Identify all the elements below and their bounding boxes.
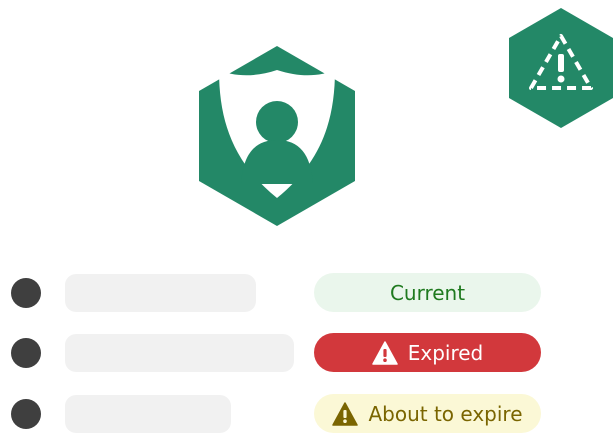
placeholder-bar xyxy=(65,395,231,433)
status-label: About to expire xyxy=(368,401,523,426)
status-badge-current: Current xyxy=(314,273,541,312)
status-badge-expire-soon: About to expire xyxy=(314,394,541,433)
status-label: Expired xyxy=(407,340,484,365)
status-label: Current xyxy=(389,280,466,305)
credential-status-illustration: Current Expired About to expire xyxy=(0,0,614,434)
placeholder-bar xyxy=(65,334,294,372)
status-row-expire-soon: About to expire xyxy=(0,394,614,434)
row-bullet xyxy=(11,399,41,429)
status-row-current: Current xyxy=(0,273,614,313)
warning-triangle-icon xyxy=(371,340,398,365)
row-bullet xyxy=(11,338,41,368)
status-badge-expired: Expired xyxy=(314,333,541,372)
placeholder-bar xyxy=(65,274,256,312)
row-bullet xyxy=(11,278,41,308)
warning-triangle-icon xyxy=(332,401,359,426)
alert-warning-icon xyxy=(509,8,613,128)
shield-person-icon xyxy=(199,46,355,226)
status-row-expired: Expired xyxy=(0,333,614,373)
